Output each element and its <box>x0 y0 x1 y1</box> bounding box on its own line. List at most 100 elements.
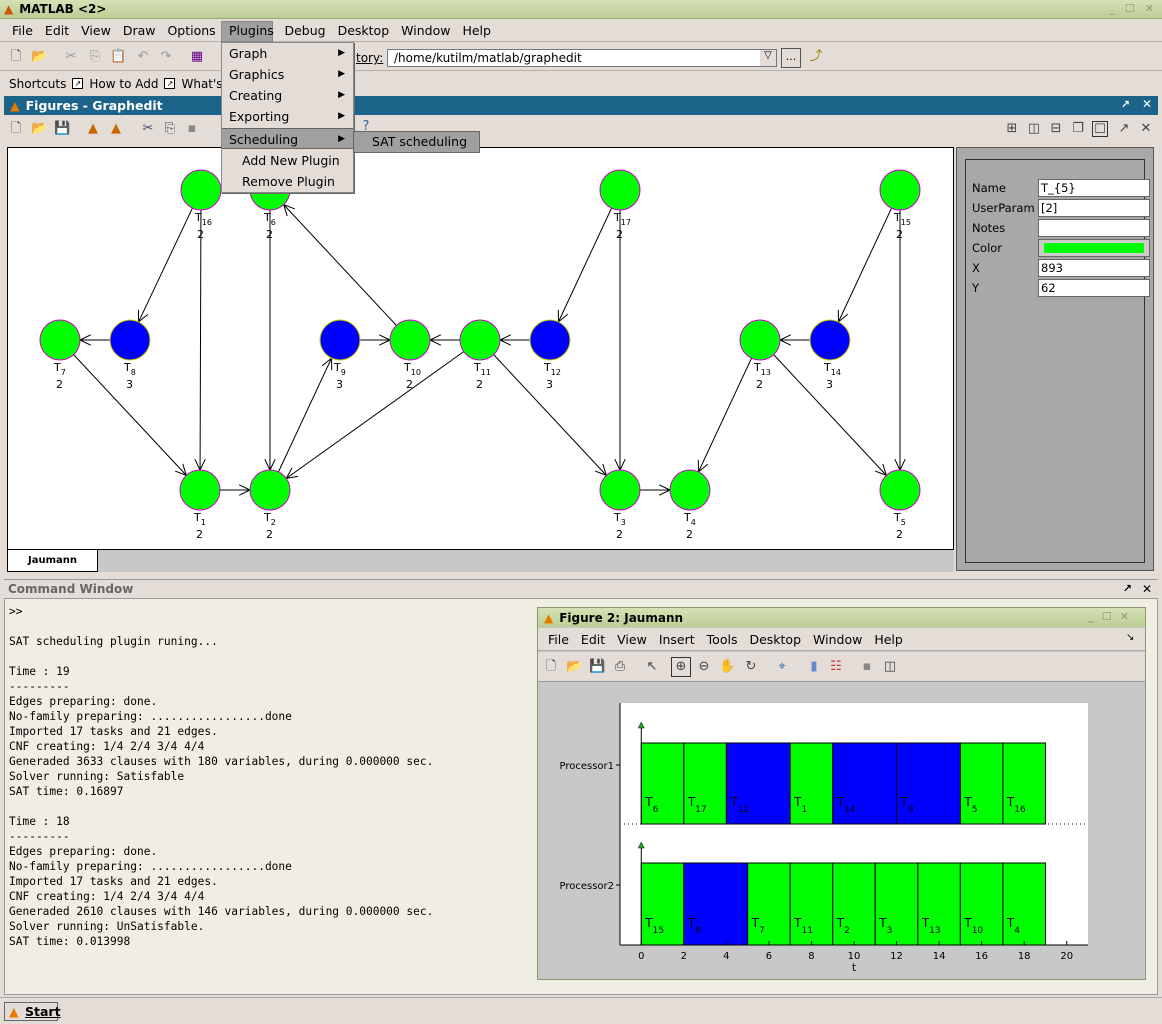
menu-help[interactable]: Help <box>456 21 497 40</box>
x-field[interactable]: 893 <box>1038 259 1150 277</box>
minimize-button[interactable]: _ <box>1109 2 1115 15</box>
menu-item-add-new-plugin[interactable]: Add New Plugin <box>222 150 353 171</box>
pointer-icon[interactable]: ↖ <box>644 659 660 675</box>
new-file-icon[interactable]: 🗋 <box>8 49 24 65</box>
colorbar-icon[interactable]: ▮ <box>806 659 822 675</box>
dropdown-arrow-icon[interactable]: ▽ <box>760 50 776 66</box>
cut-icon[interactable]: ✂ <box>140 121 156 137</box>
browse-button[interactable]: ... <box>781 48 801 68</box>
menu-desktop[interactable]: Desktop <box>332 21 396 40</box>
graph-edge[interactable] <box>283 204 397 326</box>
data-cursor-icon[interactable]: ⌖ <box>774 659 790 675</box>
menu-item-sat-scheduling[interactable]: SAT scheduling <box>353 131 480 153</box>
open-icon[interactable]: 📂 <box>31 121 47 137</box>
open-icon[interactable]: 📂 <box>566 659 582 675</box>
close-icon[interactable]: ✕ <box>1142 580 1152 598</box>
gantt-bar[interactable] <box>959 742 1004 825</box>
fig2-menu-insert[interactable]: Insert <box>655 632 703 647</box>
gantt-bar[interactable] <box>832 862 876 946</box>
gantt-bar[interactable] <box>1002 862 1046 946</box>
graph-canvas[interactable]: T16 2 T6 2 T17 2 T15 2 T7 2 T8 3 T9 3 T10 2 T11 2 T12 3 T13 2… <box>7 147 954 550</box>
gantt-bar[interactable] <box>683 862 749 946</box>
simulink-icon[interactable]: ▦ <box>189 49 205 65</box>
start-button[interactable]: ▲ Start <box>4 1002 61 1021</box>
parent-folder-icon[interactable]: ⤴ <box>808 49 824 65</box>
fig2-menu-edit[interactable]: Edit <box>577 632 613 647</box>
hide-tools-icon[interactable]: ▪ <box>859 659 875 675</box>
close-panel-icon[interactable]: ✕ <box>1142 97 1152 111</box>
y-field[interactable]: 62 <box>1038 279 1150 297</box>
fig2-menu-window[interactable]: Window <box>809 632 870 647</box>
graph-node[interactable] <box>809 319 851 361</box>
undo-icon[interactable]: ↶ <box>135 49 151 65</box>
fig2-menu-file[interactable]: File <box>544 632 577 647</box>
copy-icon[interactable]: ⎘ <box>87 49 103 65</box>
graph-edge[interactable] <box>285 351 465 479</box>
gantt-bar[interactable] <box>896 742 961 825</box>
gantt-bar[interactable] <box>832 742 898 825</box>
maximize-icon[interactable]: ☐ <box>1092 121 1108 137</box>
menu-item-remove-plugin[interactable]: Remove Plugin <box>222 171 353 192</box>
menu-debug[interactable]: Debug <box>278 21 331 40</box>
menu-item-scheduling[interactable]: Scheduling ▶ <box>222 128 353 149</box>
float-icon[interactable]: ❐ <box>1070 121 1086 137</box>
shortcut-how-to-add[interactable]: How to Add <box>89 77 158 91</box>
matlab-run2-icon[interactable]: ▲ <box>108 121 124 137</box>
color-button[interactable] <box>1038 239 1150 257</box>
graph-node[interactable] <box>109 319 151 361</box>
fig2-menu-desktop[interactable]: Desktop <box>745 632 809 647</box>
graph-edge[interactable] <box>199 209 202 471</box>
graph-edge[interactable] <box>138 207 193 323</box>
open-folder-icon[interactable]: 📂 <box>31 49 47 65</box>
rotate-icon[interactable]: ↻ <box>743 659 759 675</box>
paste-icon[interactable]: ▪ <box>184 121 200 137</box>
matlab-run-icon[interactable]: ▲ <box>85 121 101 137</box>
graph-node[interactable] <box>319 319 361 361</box>
menu-view[interactable]: View <box>75 21 117 40</box>
menu-item-exporting[interactable]: Exporting ▶ <box>222 106 353 127</box>
graph-node[interactable] <box>389 319 431 361</box>
undock-icon[interactable]: ↗ <box>1123 580 1132 598</box>
menu-item-graphics[interactable]: Graphics ▶ <box>222 64 353 85</box>
graph-node[interactable] <box>249 469 291 511</box>
graph-node[interactable] <box>529 319 571 361</box>
graph-edge[interactable] <box>698 357 752 473</box>
gantt-bar[interactable] <box>789 742 834 825</box>
graph-node[interactable] <box>180 169 222 211</box>
dock-icon[interactable]: ↘ <box>1126 632 1134 643</box>
zoom-out-icon[interactable]: ⊖ <box>696 659 712 675</box>
menu-draw[interactable]: Draw <box>117 21 162 40</box>
zoom-in-icon[interactable]: ⊕ <box>671 657 691 677</box>
graph-node[interactable] <box>739 319 781 361</box>
menu-item-creating[interactable]: Creating ▶ <box>222 85 353 106</box>
notes-field[interactable] <box>1038 219 1150 237</box>
menu-window[interactable]: Window <box>395 21 456 40</box>
fig2-menu-help[interactable]: Help <box>870 632 911 647</box>
paste-icon[interactable]: 📋 <box>110 49 126 65</box>
close-icon[interactable]: ✕ <box>1138 121 1154 137</box>
redo-icon[interactable]: ↷ <box>158 49 174 65</box>
userparam-field[interactable]: [2] <box>1038 199 1150 217</box>
tile-grid-icon[interactable]: ⊞ <box>1004 121 1020 137</box>
save-icon[interactable]: 💾 <box>54 121 70 137</box>
graph-node[interactable] <box>179 469 221 511</box>
graph-node[interactable] <box>599 169 641 211</box>
maximize-button[interactable]: ☐ <box>1125 2 1135 15</box>
close-button[interactable]: ✕ <box>1145 2 1154 15</box>
copy-icon[interactable]: ⎘ <box>162 121 178 137</box>
fig2-menu-tools[interactable]: Tools <box>703 632 746 647</box>
tab-jaumann[interactable]: Jaumann <box>7 550 98 572</box>
graph-edge[interactable] <box>558 207 612 323</box>
menu-plugins-active[interactable]: Plugins <box>229 23 274 38</box>
new-figure-icon[interactable]: 🗋 <box>8 121 24 137</box>
graph-node[interactable] <box>669 469 711 511</box>
graph-edge[interactable] <box>838 207 892 323</box>
fig2-menu-view[interactable]: View <box>613 632 655 647</box>
new-icon[interactable]: 🗋 <box>543 659 559 675</box>
tile-rows-icon[interactable]: ⊟ <box>1048 121 1064 137</box>
legend-icon[interactable]: ☷ <box>828 659 844 675</box>
menu-options[interactable]: Options <box>161 21 221 40</box>
print-icon[interactable]: ⎙ <box>612 659 628 675</box>
graph-node[interactable] <box>39 319 81 361</box>
menu-file[interactable]: File <box>6 21 39 40</box>
